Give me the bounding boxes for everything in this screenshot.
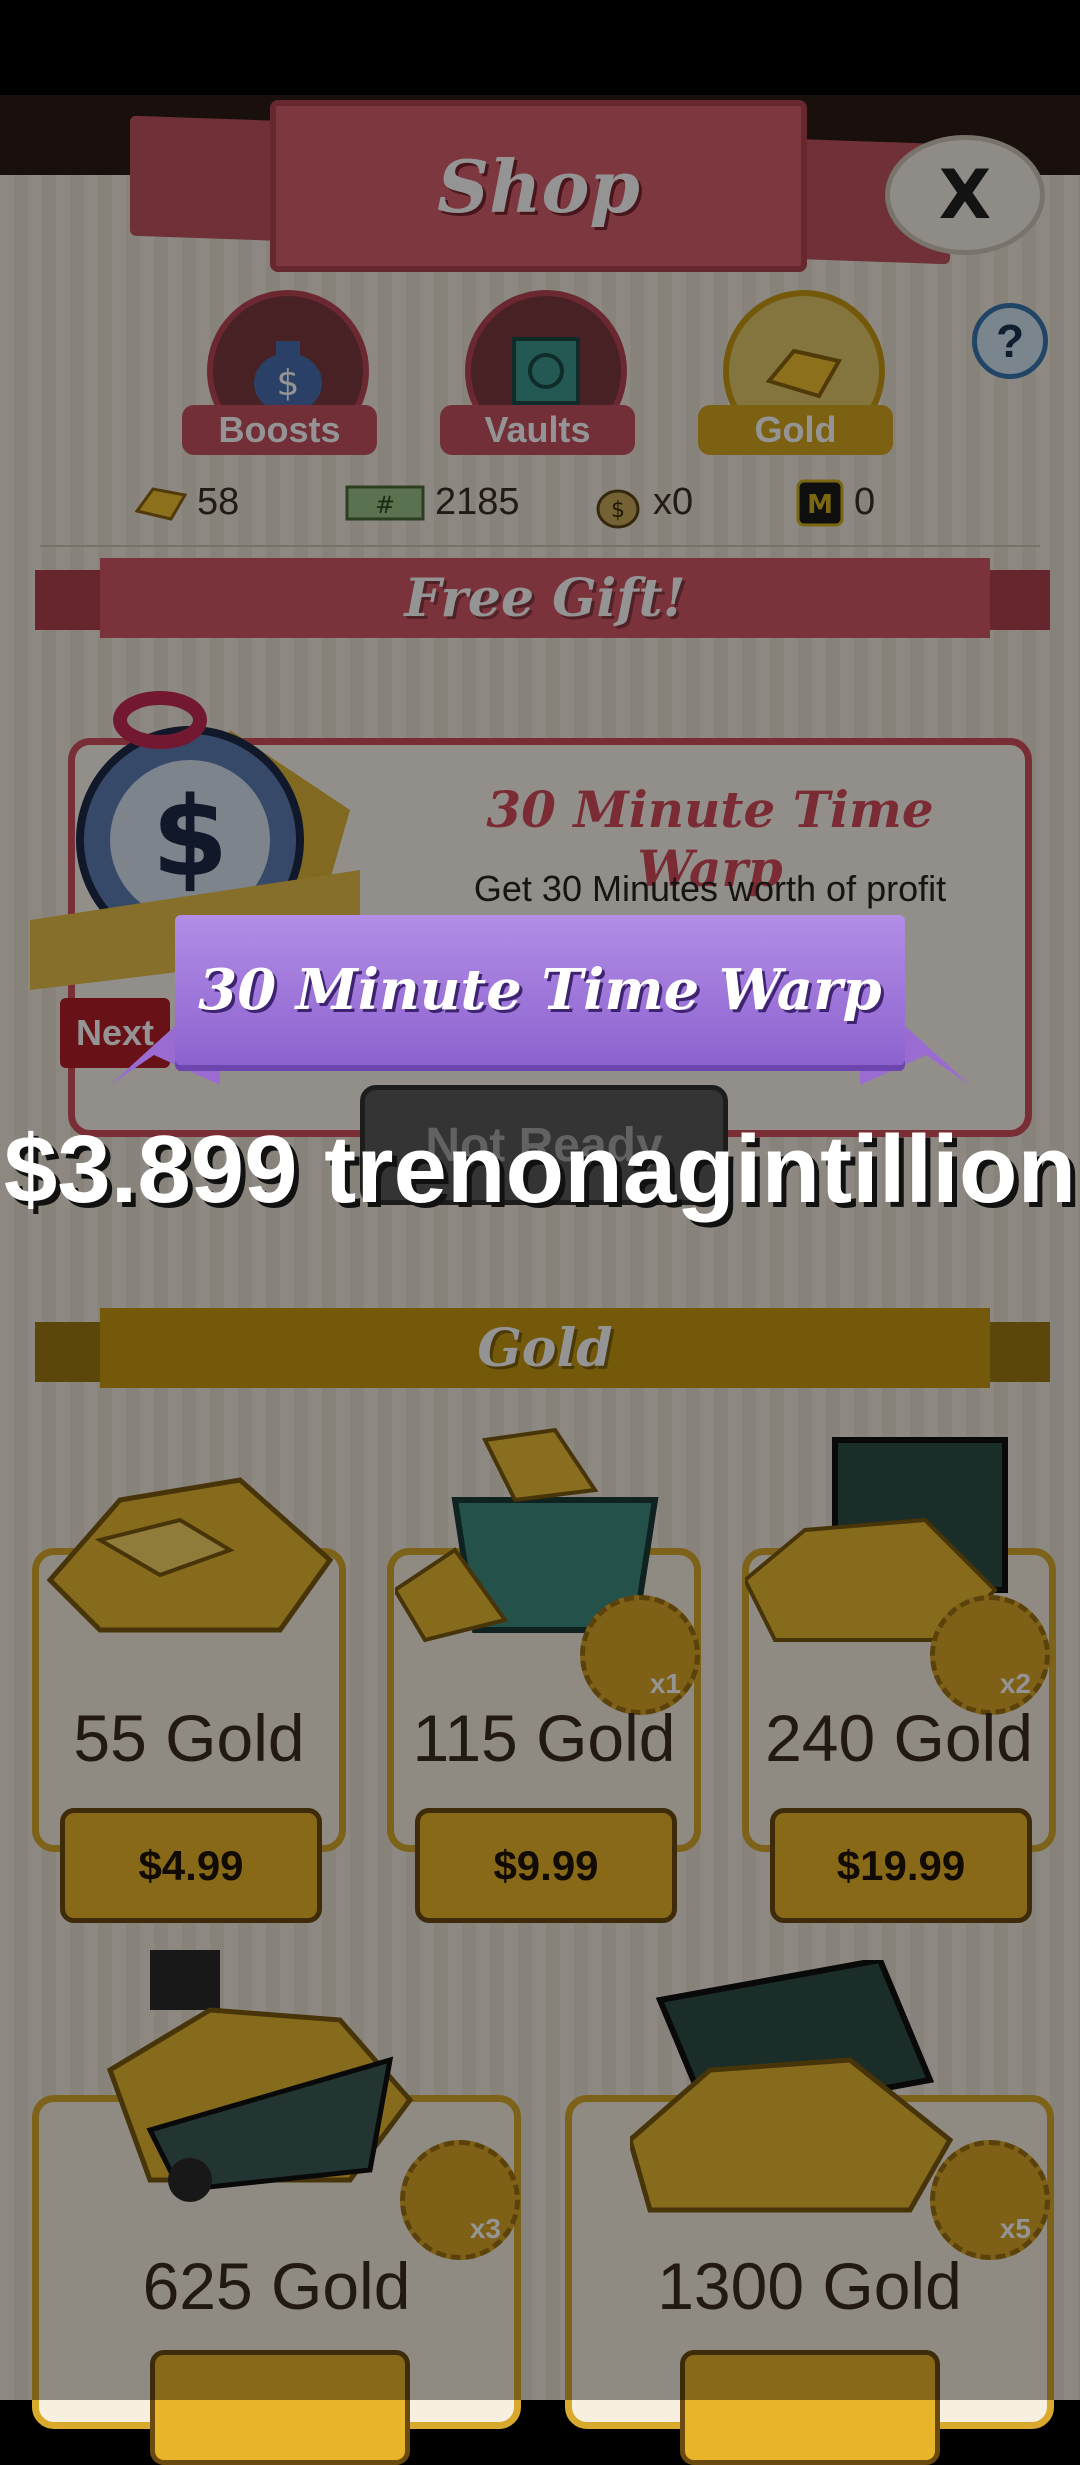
popup-title: 30 Minute Time Warp — [198, 957, 882, 1023]
status-bar — [0, 0, 1080, 95]
popup-banner: 30 Minute Time Warp — [175, 915, 905, 1065]
navigation-bar — [0, 2370, 1080, 2400]
popup-amount: $3.899 trenonagintillion — [3, 1116, 1077, 1223]
dim-overlay[interactable] — [0, 95, 1080, 2400]
